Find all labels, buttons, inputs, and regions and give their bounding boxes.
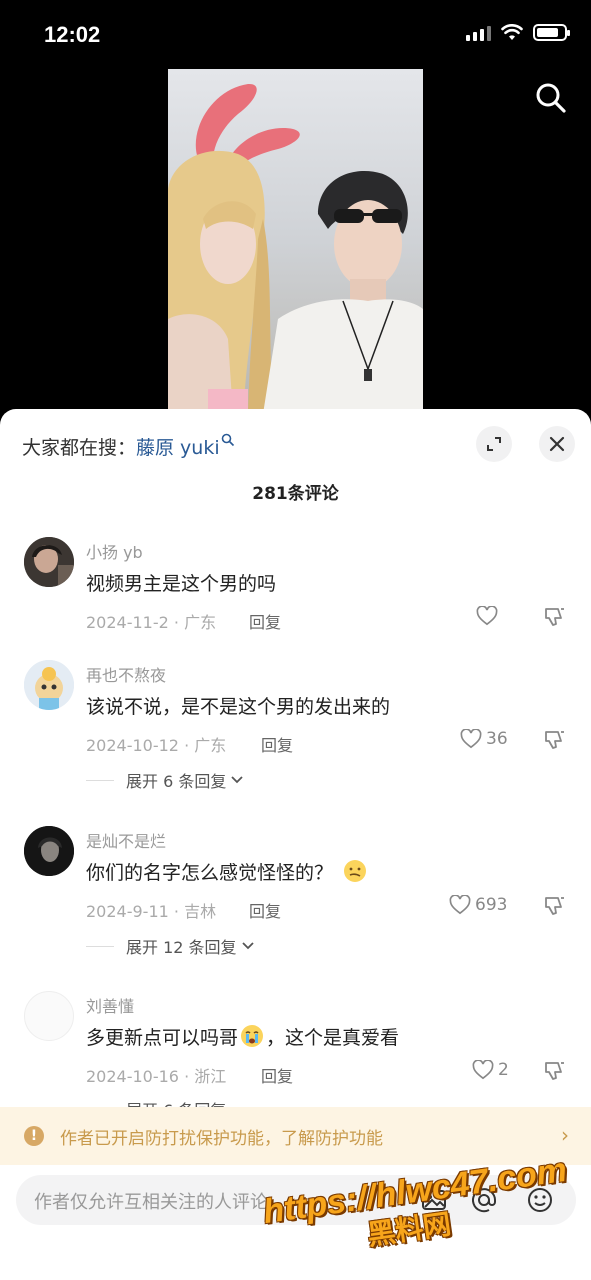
- like-button[interactable]: 693: [449, 895, 507, 915]
- expand-icon: [487, 437, 501, 451]
- like-button[interactable]: 36: [460, 729, 508, 749]
- comment-input[interactable]: 作者仅允许互相关注的人评论: [16, 1175, 576, 1225]
- reply-button[interactable]: 回复: [261, 732, 293, 756]
- comment-sheet: 大家都在搜：藤原 yuki 281条评论 小扬 yb 视频男主是这个男的吗 20…: [0, 409, 591, 1280]
- comment-text: 多更新点可以吗哥 ，这个是真爱看: [86, 1023, 399, 1050]
- avatar[interactable]: [24, 660, 74, 710]
- avatar[interactable]: [24, 991, 74, 1041]
- expand-sheet-button[interactable]: [476, 426, 512, 462]
- like-count: 36: [486, 729, 508, 749]
- comment-username[interactable]: 刘善懂: [86, 993, 134, 1017]
- search-icon[interactable]: [533, 80, 569, 116]
- comment-meta: 2024-10-16 · 浙江: [86, 1067, 227, 1086]
- chevron-down-icon: [241, 942, 254, 950]
- avatar[interactable]: [24, 537, 74, 587]
- dislike-icon[interactable]: [544, 1061, 566, 1081]
- chevron-down-icon: [231, 776, 243, 784]
- reply-button[interactable]: 回复: [249, 898, 281, 922]
- search-icon: [221, 433, 234, 447]
- comment-text: 你们的名字怎么感觉怪怪的？: [86, 858, 367, 885]
- awkward-emoji-icon: [344, 860, 367, 882]
- hot-search-prefix: 大家都在搜：: [22, 437, 137, 459]
- comment-username[interactable]: 小扬 yb: [86, 539, 143, 563]
- comment-meta: 2024-9-11 · 吉林: [86, 902, 217, 921]
- hot-search[interactable]: 大家都在搜：藤原 yuki: [22, 433, 235, 460]
- warning-icon: !: [24, 1126, 44, 1146]
- protection-notice-text: 作者已开启防打扰保护功能，了解防护功能: [60, 1128, 383, 1149]
- dislike-icon[interactable]: [544, 896, 566, 916]
- image-icon[interactable]: [420, 1186, 448, 1214]
- like-count: 693: [475, 895, 508, 915]
- dislike-icon[interactable]: [544, 607, 566, 627]
- expand-replies-label: 展开 12 条回复: [126, 938, 237, 957]
- like-button[interactable]: [476, 606, 502, 626]
- hot-search-keyword[interactable]: 藤原 yuki: [136, 437, 220, 459]
- status-bar: 12:02: [0, 0, 591, 70]
- reply-button[interactable]: 回复: [249, 609, 281, 633]
- heart-icon: [476, 606, 498, 626]
- comment-meta: 2024-10-12 · 广东: [86, 736, 227, 755]
- video-player[interactable]: [168, 69, 423, 414]
- comment-username[interactable]: 再也不熬夜: [86, 662, 166, 686]
- comment-text: 该说不说，是不是这个男的发出来的: [86, 696, 391, 718]
- signal-icon: [466, 25, 491, 41]
- expand-replies-label: 展开 6 条回复: [126, 772, 227, 791]
- reply-button[interactable]: 回复: [261, 1063, 293, 1087]
- heart-icon: [460, 729, 482, 749]
- close-icon: [549, 436, 565, 452]
- heart-icon: [472, 1060, 494, 1080]
- avatar[interactable]: [24, 826, 74, 876]
- expand-replies-button[interactable]: 展开 6 条回复: [86, 768, 244, 792]
- video-frame-image: [168, 69, 423, 414]
- status-time: 12:02: [44, 22, 101, 47]
- expand-replies-button[interactable]: 展开 12 条回复: [86, 934, 255, 958]
- emoji-icon[interactable]: [526, 1186, 554, 1214]
- comment-text: 视频男主是这个男的吗: [86, 573, 277, 595]
- at-mention-icon[interactable]: [470, 1186, 498, 1214]
- close-button[interactable]: [539, 426, 575, 462]
- comment-count: 281条评论: [252, 484, 339, 504]
- like-button[interactable]: 2: [472, 1060, 509, 1080]
- expand-replies-button[interactable]: 展开 6 条回复: [86, 1097, 226, 1107]
- comment-meta: 2024-11-2 · 广东: [86, 613, 217, 632]
- crying-emoji-icon: [241, 1025, 264, 1047]
- comment-item: 刘善懂 多更新点可以吗哥 ，这个是真爱看 2024-10-16 · 浙江 回复 2…: [0, 991, 591, 1107]
- wifi-icon: [501, 24, 523, 40]
- protection-notice[interactable]: ! 作者已开启防打扰保护功能，了解防护功能 ›: [0, 1107, 591, 1165]
- comment-username[interactable]: 是灿不是烂: [86, 828, 166, 852]
- heart-icon: [449, 895, 471, 915]
- dislike-icon[interactable]: [544, 730, 566, 750]
- expand-replies-label: 展开 6 条回复: [126, 1097, 226, 1107]
- chevron-right-icon: ›: [561, 1123, 569, 1147]
- status-icons: [466, 24, 570, 41]
- comment-input-placeholder: 作者仅允许互相关注的人评论: [34, 1192, 268, 1213]
- battery-icon: [533, 24, 570, 41]
- like-count: 2: [498, 1060, 509, 1080]
